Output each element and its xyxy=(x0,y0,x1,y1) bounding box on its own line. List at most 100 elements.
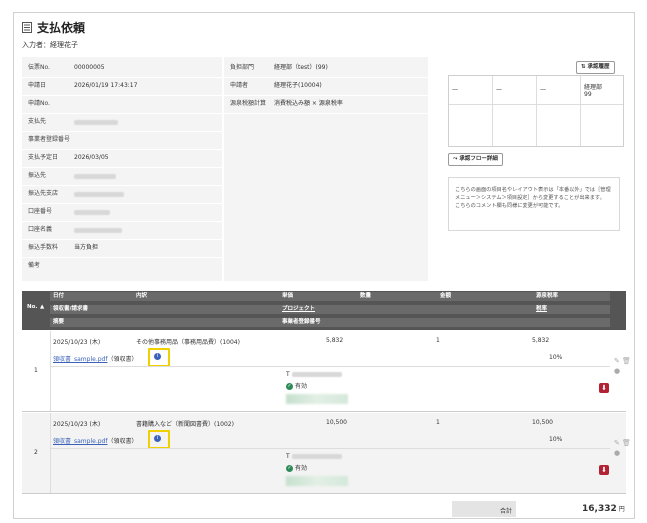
copy-icon[interactable]: ● xyxy=(614,449,620,457)
receipt-link[interactable]: 領収書_sample.pdf xyxy=(53,438,107,445)
row-tax-rate: 10% xyxy=(549,354,563,361)
row-number: 2 xyxy=(34,449,38,456)
row-unit-price: 10,500 xyxy=(326,419,347,426)
field-label: 振込先支店 xyxy=(28,190,59,197)
inputter-label: 入力者：経理花子 xyxy=(22,41,78,49)
row-divider xyxy=(224,113,428,114)
receipt-type: （領収書） xyxy=(107,438,138,445)
row-divider xyxy=(22,167,222,168)
approval-row-divider xyxy=(449,104,623,105)
field-row-2: 申請日 2026/01/19 17:43:17 xyxy=(22,79,222,93)
field-label: 口座番号 xyxy=(28,208,53,215)
approval-cell-2: — xyxy=(493,76,537,146)
redacted-value xyxy=(74,120,118,125)
field-row-5: 事業者登録番号 xyxy=(22,133,222,147)
field-label: 負担部門 xyxy=(230,64,255,71)
field-label: 振込手数料 xyxy=(28,244,59,251)
row-divider xyxy=(22,149,222,150)
field-row-12: 備考 xyxy=(22,259,222,273)
field-label: 申請者 xyxy=(230,82,249,89)
row-number: 1 xyxy=(34,367,38,374)
row-divider xyxy=(22,95,222,96)
page-title: 支払依頼 xyxy=(22,19,85,36)
reg-name-redacted xyxy=(286,394,348,404)
field-label: 源泉税額計算 xyxy=(230,100,267,107)
field-value: 2026/03/05 xyxy=(74,154,109,161)
row-date: 2025/10/23 (木) xyxy=(53,421,101,428)
field-label: 事業者登録番号 xyxy=(28,136,71,143)
approval-route-table: — — — 経理部 99 xyxy=(448,75,624,147)
redacted-value xyxy=(74,210,110,215)
page-title-text: 支払依頼 xyxy=(37,21,86,35)
row-divider xyxy=(22,221,222,222)
detail-middle-panel: 負担部門 経理部（test）(99) 申請者 経理花子(10004) 源泉税額計算 消費税… xyxy=(224,57,428,281)
field-row-8: 振込先支店 xyxy=(22,187,222,201)
approval-cell-4: 経理部 99 xyxy=(584,84,603,98)
row-divider xyxy=(224,95,428,96)
reg-name-redacted xyxy=(286,476,348,486)
row-divider xyxy=(22,239,222,240)
edit-icon[interactable]: ✎ xyxy=(614,357,620,365)
no-header[interactable]: No. ▲ xyxy=(22,303,50,315)
field-label: 支払予定日 xyxy=(28,154,59,161)
row-content: その他事務用品（事務用品費）(1004) xyxy=(136,339,240,346)
trash-icon[interactable]: 🗑 xyxy=(622,439,631,447)
redacted-value xyxy=(74,174,116,179)
redacted-reg-number xyxy=(291,454,342,459)
mid-field-row-1: 負担部門 経理部（test）(99) xyxy=(224,61,428,75)
row-divider xyxy=(22,257,222,258)
field-row-11: 振込手数料 当方負担 xyxy=(22,241,222,255)
redacted-reg-number xyxy=(291,372,342,377)
approval-history-button[interactable]: ⇅ 承認履歴 xyxy=(576,61,615,74)
row-qty: 1 xyxy=(436,419,440,426)
delete-receipt-button[interactable]: ⬇ xyxy=(599,465,609,475)
edit-icon[interactable]: ✎ xyxy=(614,439,620,447)
field-label: 口座名義 xyxy=(28,226,53,233)
reg-number: T xyxy=(286,371,342,378)
field-label: 申請日 xyxy=(28,82,47,89)
row-divider xyxy=(22,185,222,186)
field-row-6: 支払予定日 2026/03/05 xyxy=(22,151,222,165)
row-divider xyxy=(22,77,222,78)
field-label: 伝票No. xyxy=(28,64,50,71)
detail-left-panel: 伝票No. 00000005 申請日 2026/01/19 17:43:17 申請No.… xyxy=(22,57,222,281)
receipt-type: （領収書） xyxy=(107,356,138,363)
total-value: 16,332 円 xyxy=(582,504,625,514)
mid-field-row-3: 源泉税額計算 消費税込み額 × 源泉税率 xyxy=(224,97,428,111)
info-icon[interactable]: i xyxy=(154,353,161,360)
total-label: 合計 xyxy=(500,508,513,515)
field-label: 支払先 xyxy=(28,118,47,125)
reg-valid-status: ✓ 有効 xyxy=(286,383,308,390)
check-icon: ✓ xyxy=(286,383,293,390)
field-label: 申請No. xyxy=(28,100,50,107)
header-row-3: 摘要 事業者登録番号 xyxy=(50,318,610,327)
row-receipt: 領収書_sample.pdf（領収書） xyxy=(53,354,137,363)
info-icon[interactable]: i xyxy=(154,435,161,442)
field-row-3: 申請No. xyxy=(22,97,222,111)
field-value: 当方負担 xyxy=(74,244,99,251)
copy-icon[interactable]: ● xyxy=(614,367,620,375)
payment-request-frame: 支払依頼 入力者：経理花子 伝票No. 00000005 申請日 2026/01/19… xyxy=(13,12,635,519)
field-value: 消費税込み額 × 源泉税率 xyxy=(274,100,343,107)
reg-number: T xyxy=(286,453,342,460)
row-divider xyxy=(22,203,222,204)
row-amount: 5,832 xyxy=(532,337,550,344)
row-tax-rate: 10% xyxy=(549,436,563,443)
row-date: 2025/10/23 (木) xyxy=(53,339,101,346)
approval-cell-1: — xyxy=(449,76,493,146)
receipt-link[interactable]: 領収書_sample.pdf xyxy=(53,356,107,363)
field-value: 00000005 xyxy=(74,64,105,71)
delete-receipt-button[interactable]: ⬇ xyxy=(599,383,609,393)
redacted-value xyxy=(74,228,122,233)
header-row-1: 日付 内訳 単価 数量 金額 源泉税率 xyxy=(50,292,610,301)
row-divider xyxy=(22,113,222,114)
field-label: 振込先 xyxy=(28,172,47,179)
reg-valid-status: ✓ 有効 xyxy=(286,465,308,472)
field-value: 2026/01/19 17:43:17 xyxy=(74,82,138,89)
row-amount: 10,500 xyxy=(532,419,553,426)
trash-icon[interactable]: 🗑 xyxy=(622,357,631,365)
document-icon xyxy=(22,22,32,33)
approval-flow-detail-button[interactable]: ⤳ 承認フロー詳細 xyxy=(448,153,503,166)
row-divider xyxy=(224,77,428,78)
field-row-4: 支払先 xyxy=(22,115,222,129)
